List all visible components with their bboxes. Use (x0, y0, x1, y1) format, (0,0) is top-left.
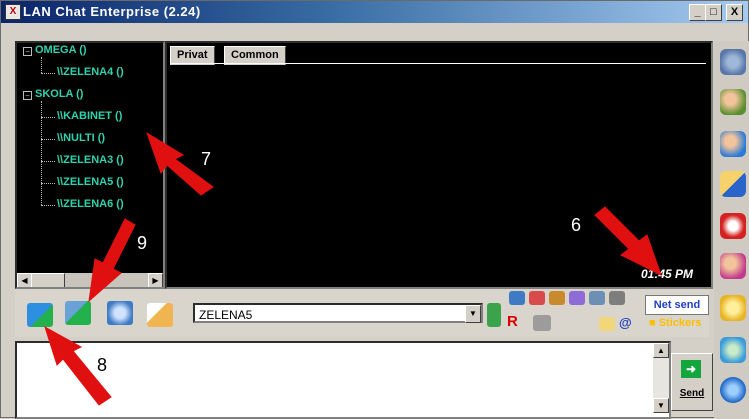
annotation-arrows (44, 131, 662, 406)
arrow-8 (44, 325, 112, 406)
app-window: X LAN Chat Enterprise (2.24) _ □ X − OME… (0, 0, 749, 419)
arrow-9 (88, 218, 136, 303)
arrow-7 (146, 131, 214, 196)
arrow-6 (594, 206, 662, 276)
